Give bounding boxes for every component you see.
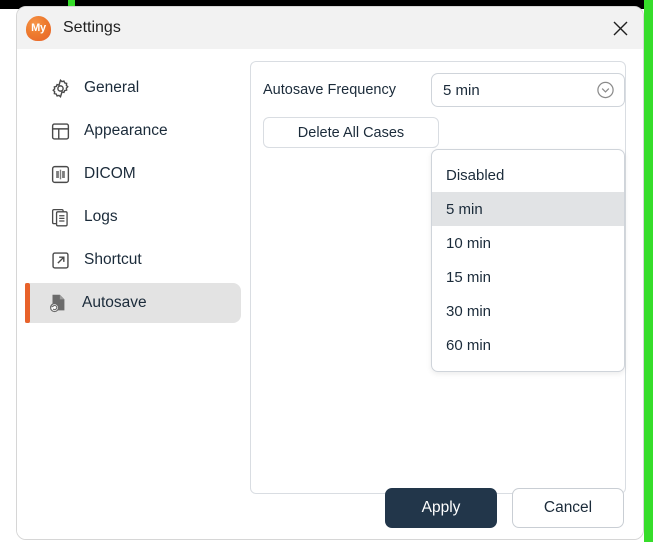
dicom-icon (49, 163, 71, 185)
close-icon (613, 21, 627, 35)
screen: My Settings General Appearance DICOM Log… (0, 0, 653, 542)
sidebar-item-label: Logs (84, 208, 118, 225)
arrow-out-icon (49, 249, 71, 271)
sidebar-item-label: Appearance (84, 122, 168, 139)
window-title: Settings (63, 19, 121, 36)
app-logo-text: My (31, 22, 46, 34)
settings-sidebar: General Appearance DICOM Logs Shortcut A… (17, 49, 250, 326)
dialog-body: General Appearance DICOM Logs Shortcut A… (17, 49, 643, 539)
close-button[interactable] (605, 13, 635, 43)
documents-icon (49, 206, 71, 228)
desktop-right-accent-strip (644, 0, 653, 542)
dropdown-option-5-min[interactable]: 5 min (432, 192, 624, 226)
delete-all-cases-button[interactable]: Delete All Cases (263, 117, 439, 148)
sidebar-item-autosave[interactable]: Autosave (25, 283, 241, 323)
sidebar-item-label: Autosave (82, 294, 147, 311)
dropdown-option-15-min[interactable]: 15 min (432, 260, 624, 294)
sidebar-item-label: DICOM (84, 165, 136, 182)
autosave-frequency-value: 5 min (443, 81, 480, 99)
title-bar: My Settings (17, 7, 643, 49)
sidebar-item-shortcut[interactable]: Shortcut (25, 240, 241, 280)
sidebar-item-appearance[interactable]: Appearance (25, 111, 241, 151)
autosave-frequency-dropdown: Disabled 5 min 10 min 15 min 30 min 60 m… (431, 149, 625, 372)
autosave-frequency-label: Autosave Frequency (263, 82, 396, 98)
dropdown-option-30-min[interactable]: 30 min (432, 294, 624, 328)
dropdown-option-disabled[interactable]: Disabled (432, 158, 624, 192)
app-logo-icon: My (26, 15, 51, 41)
dropdown-option-10-min[interactable]: 10 min (432, 226, 624, 260)
autosave-frequency-select[interactable]: 5 min (431, 73, 625, 107)
sidebar-item-logs[interactable]: Logs (25, 197, 241, 237)
autosave-icon (47, 292, 69, 314)
selection-accent-bar (25, 283, 30, 323)
apply-button[interactable]: Apply (385, 488, 497, 528)
sidebar-item-general[interactable]: General (25, 68, 241, 108)
sidebar-item-label: General (84, 79, 140, 96)
dialog-footer: Apply Cancel (17, 487, 643, 529)
sidebar-item-dicom[interactable]: DICOM (25, 154, 241, 194)
autosave-frequency-row: Autosave Frequency 5 min (263, 73, 625, 107)
settings-dialog: My Settings General Appearance DICOM Log… (16, 6, 644, 540)
layout-icon (49, 120, 71, 142)
gear-icon (49, 77, 71, 99)
dropdown-option-60-min[interactable]: 60 min (432, 328, 624, 362)
chevron-down-circle-icon (596, 81, 615, 100)
sidebar-item-label: Shortcut (84, 251, 142, 268)
cancel-button[interactable]: Cancel (512, 488, 624, 528)
